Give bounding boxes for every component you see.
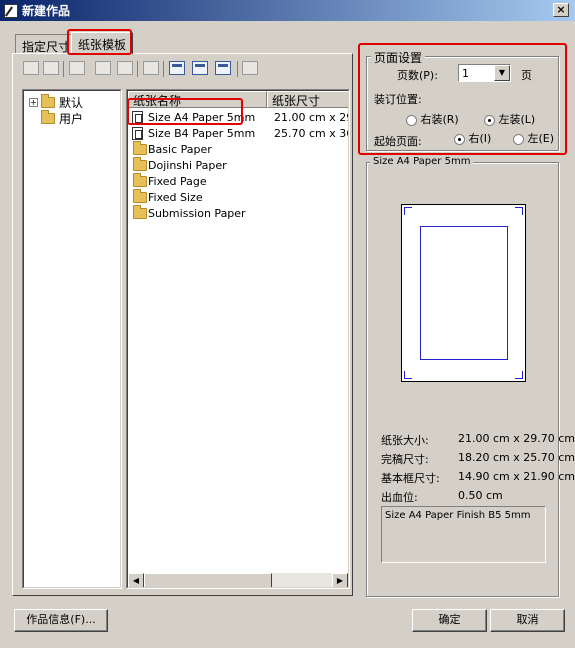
tree-panel[interactable]: + 默认 用户	[22, 89, 122, 589]
list-item-name: Fixed Size	[148, 190, 203, 204]
tree-item-default[interactable]: + 默认	[29, 94, 83, 111]
folder-icon	[133, 173, 147, 187]
info-label: 纸张大小:	[381, 434, 429, 447]
info-label: 完稿尺寸:	[381, 453, 429, 466]
crop-mark	[404, 207, 412, 215]
work-info-button[interactable]: 作品信息(F)...	[14, 609, 108, 632]
scroll-right-button[interactable]: ▶	[332, 573, 348, 587]
info-value: 18.20 cm x 25.70 cm	[458, 451, 575, 464]
list-item-name: Basic Paper	[148, 142, 212, 156]
detail-view-icon[interactable]	[215, 61, 231, 75]
crop-mark	[404, 371, 412, 379]
properties-icon[interactable]	[242, 61, 258, 75]
close-button[interactable]: ×	[553, 3, 569, 17]
expand-icon[interactable]: +	[29, 98, 38, 107]
info-value: 21.00 cm x 29.70 cm	[458, 432, 575, 445]
paper-list[interactable]: 纸张名称 纸张尺寸 Size A4 Paper 5mm 21.00 cm x 2…	[126, 89, 350, 589]
tree-item-user[interactable]: 用户	[41, 110, 83, 127]
info-label: 出血位:	[381, 491, 418, 504]
new-folder-icon[interactable]	[23, 61, 39, 75]
page-preview	[401, 204, 526, 382]
list-item-name: Submission Paper	[148, 206, 246, 220]
list-item-name: Size B4 Paper 5mm	[148, 126, 256, 140]
list-item-name: Dojinshi Paper	[148, 158, 227, 172]
scroll-left-button[interactable]: ◀	[128, 573, 144, 587]
toolbar-separator-3	[163, 61, 164, 77]
column-header-size-label: 纸张尺寸	[272, 94, 321, 108]
delete-icon[interactable]	[143, 61, 159, 75]
info-label: 基本框尺寸:	[381, 472, 440, 485]
column-header-size[interactable]: 纸张尺寸	[267, 91, 348, 108]
description-box: Size A4 Paper Finish B5 5mm	[381, 506, 546, 563]
folder-icon	[133, 141, 147, 155]
list-item-size: 21.00 cm x 29.70	[274, 110, 348, 124]
toolbar-separator-2	[137, 61, 138, 77]
folder-up-icon[interactable]	[43, 61, 59, 75]
folder-icon	[133, 205, 147, 219]
info-value: 14.90 cm x 21.90 cm	[458, 470, 575, 483]
list-item-name: Fixed Page	[148, 174, 207, 188]
preview-title: Size A4 Paper 5mm	[370, 156, 474, 167]
tab-specify-size-label: 指定尺寸	[22, 40, 71, 54]
tree-item-user-label: 用户	[59, 112, 84, 126]
document-icon	[132, 126, 143, 140]
title-bar: 新建作品	[0, 0, 575, 21]
toolbar-separator-4	[237, 61, 238, 77]
crop-mark	[515, 207, 523, 215]
horizontal-scrollbar[interactable]: ◀ ▶	[128, 573, 348, 587]
highlight-page-settings	[358, 43, 567, 155]
list-item-size: 25.70 cm x 36.40	[274, 126, 348, 140]
cancel-button[interactable]: 取消	[490, 609, 565, 632]
new-item-icon[interactable]	[95, 61, 111, 75]
highlight-selected-item	[127, 98, 243, 125]
copy-icon[interactable]	[117, 61, 133, 75]
crop-mark	[515, 371, 523, 379]
window-title: 新建作品	[22, 4, 71, 18]
description-text: Size A4 Paper Finish B5 5mm	[385, 510, 531, 521]
folder-icon	[133, 189, 147, 203]
list-view-icon[interactable]	[192, 61, 208, 75]
basic-frame	[420, 226, 508, 360]
folder-icon	[133, 157, 147, 171]
folder-icon	[41, 110, 55, 124]
toolbar-separator	[63, 61, 64, 77]
scroll-thumb[interactable]	[144, 573, 272, 587]
app-icon	[4, 3, 18, 18]
tree-item-default-label: 默认	[59, 96, 84, 110]
open-folder-icon[interactable]	[69, 61, 85, 75]
ok-button[interactable]: 确定	[412, 609, 487, 632]
highlight-tab	[67, 29, 132, 55]
large-icon-view-icon[interactable]	[169, 61, 185, 75]
info-value: 0.50 cm	[458, 489, 503, 502]
folder-icon	[41, 94, 55, 108]
